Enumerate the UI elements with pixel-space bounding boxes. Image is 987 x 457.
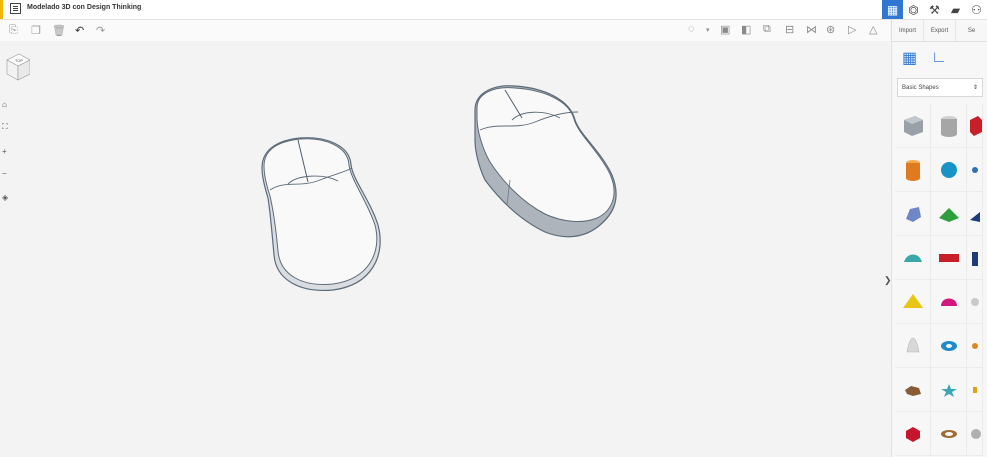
shape-ring[interactable]: [967, 368, 983, 412]
mouse-shape-large[interactable]: [474, 85, 617, 238]
shape-cylinder-orange[interactable]: [895, 148, 931, 192]
shape-scribble-blue[interactable]: [895, 192, 931, 236]
ruler-corner-icon[interactable]: ∟: [931, 49, 947, 67]
shape-cylinder[interactable]: [931, 104, 967, 148]
shape-gray[interactable]: [967, 412, 983, 456]
select-arrows-icon: ⇕: [972, 85, 978, 91]
shape-paraboloid[interactable]: [967, 280, 983, 324]
user-icon[interactable]: ⚇: [966, 0, 987, 19]
mouse-shape-small[interactable]: [261, 137, 381, 292]
shape-scribble[interactable]: [967, 148, 983, 192]
shape-polygon[interactable]: [895, 412, 931, 456]
shape-text[interactable]: [931, 236, 967, 280]
panel-tabs: Import Export Se: [892, 20, 987, 42]
tab-import[interactable]: Import: [892, 20, 924, 41]
shape-sphere[interactable]: [931, 148, 967, 192]
bricks-icon[interactable]: ▰: [945, 0, 966, 19]
shape-rock[interactable]: [895, 368, 931, 412]
scene-canvas: [261, 85, 617, 292]
shape-category-select[interactable]: Basic Shapes ⇕: [897, 78, 983, 97]
tools-icon[interactable]: ⚒: [924, 0, 945, 19]
tab-export[interactable]: Export: [924, 20, 956, 41]
shape-torus[interactable]: [931, 324, 967, 368]
shape-cone[interactable]: [895, 324, 931, 368]
shape-box[interactable]: [895, 104, 931, 148]
shape-ring-brown[interactable]: [931, 412, 967, 456]
shape-pyramid[interactable]: [895, 280, 931, 324]
shape-category-label: Basic Shapes: [902, 84, 939, 91]
shape-roof[interactable]: [931, 192, 967, 236]
shape-round-roof[interactable]: [895, 236, 931, 280]
panel-view-row: ▦ ∟: [892, 42, 987, 74]
shape-wedge-dark[interactable]: [967, 236, 983, 280]
tab-send[interactable]: Se: [956, 20, 987, 41]
shape-tube[interactable]: [967, 324, 983, 368]
simulate-icon[interactable]: ⏣: [903, 0, 924, 19]
shapes-panel: Import Export Se ▦ ∟ Basic Shapes ⇕: [891, 20, 987, 457]
shape-star[interactable]: [931, 368, 967, 412]
top-right-toolbar: ▦ ⏣ ⚒ ▰ ⚇: [882, 0, 987, 19]
workplane-grid-icon[interactable]: ▦: [902, 48, 917, 68]
shape-wedge[interactable]: [967, 192, 983, 236]
shape-red-box[interactable]: [967, 104, 983, 148]
shape-half-sphere[interactable]: [931, 280, 967, 324]
shapes-grid: [892, 104, 987, 456]
